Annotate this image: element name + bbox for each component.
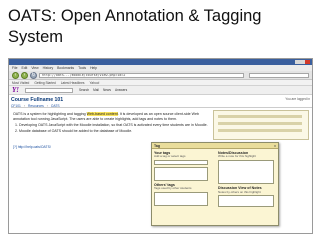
yahoo-logo: Y! [12, 86, 19, 94]
navigation-toolbar: ‹ › ↻ http://oats.../moodle/course/view.… [9, 71, 312, 80]
your-tags-note: Add a tag or select tags [154, 154, 186, 159]
bookmark-most-visited[interactable]: Most Visited [12, 81, 29, 85]
course-header: Course Fullname 101 You are logged in CF… [11, 97, 312, 108]
plan-list: Developing OATS JavaScript with the Mood… [13, 123, 209, 133]
breadcrumb-oats[interactable]: OATS [51, 104, 60, 108]
menu-bookmarks[interactable]: Bookmarks [57, 66, 74, 71]
tag-input[interactable] [154, 160, 208, 165]
tag-popup-title: Tag [154, 144, 161, 148]
notes-textarea[interactable] [218, 160, 274, 185]
bookmark-yahoo[interactable]: Yahoo! [90, 81, 100, 85]
notes-column: Notes/Discussion Write a note for this h… [218, 151, 276, 223]
menu-file[interactable]: File [12, 66, 17, 71]
yahoo-toolbar: Y! Search Mail News Answers [9, 86, 312, 95]
list-item: Moodle database of OATS should be added … [19, 129, 209, 134]
panel-line [218, 115, 302, 118]
discussion-note: Notes by others on this highlight [218, 189, 261, 194]
toolbar-search-input[interactable] [25, 88, 73, 93]
breadcrumb-separator: › [46, 103, 48, 108]
forward-icon[interactable]: › [21, 72, 28, 79]
bookmark-getting-started[interactable]: Getting Started [34, 81, 55, 85]
tag-popup-header: Tag x [152, 143, 278, 149]
menu-tools[interactable]: Tools [78, 66, 86, 71]
list-item: Developing OATS JavaScript with the Mood… [19, 123, 209, 128]
panel-line [218, 129, 302, 132]
notes-note: Write a note for this highlight [218, 154, 256, 159]
close-icon[interactable]: x [274, 143, 276, 149]
discussion-area[interactable] [218, 195, 274, 208]
menu-edit[interactable]: Edit [21, 66, 27, 71]
breadcrumb-resources[interactable]: Resources [28, 104, 44, 108]
login-info[interactable]: You are logged in [285, 97, 310, 101]
moodle-page: Course Fullname 101 You are logged in CF… [9, 95, 312, 233]
breadcrumb-course[interactable]: CF101 [11, 104, 21, 108]
reload-icon[interactable]: ↻ [30, 72, 37, 79]
breadcrumb-separator: › [23, 103, 26, 108]
close-icon[interactable] [305, 60, 310, 64]
your-tags-list[interactable] [154, 166, 208, 181]
others-tags-list[interactable] [154, 192, 208, 206]
others-tags-note: Tags used by other students [154, 186, 192, 191]
menu-view[interactable]: View [31, 66, 38, 71]
browser-search-input[interactable] [249, 73, 309, 78]
panel-line [218, 122, 302, 125]
side-panel [213, 110, 309, 140]
address-bar[interactable]: http://oats.../moodle/course/view.php?id… [39, 73, 244, 78]
toolbar-answers[interactable]: Answers [115, 88, 127, 92]
tags-column: Your tags Add a tag or select tags Other… [154, 151, 212, 211]
menu-help[interactable]: Help [90, 66, 97, 71]
highlighted-text[interactable]: Web-based content [86, 112, 118, 116]
toolbar-mail[interactable]: Mail [93, 88, 99, 92]
browser-screenshot: File Edit View History Bookmarks Tools H… [8, 58, 313, 234]
slide-title: OATS: Open Annotation & Tagging System [8, 7, 262, 46]
breadcrumb: CF101 › Resources › OATS [11, 103, 60, 108]
menu-history[interactable]: History [43, 66, 54, 71]
back-icon[interactable]: ‹ [12, 72, 19, 79]
tag-popup: Tag x Your tags Add a tag or select tags… [151, 142, 279, 226]
bookmark-latest-headlines[interactable]: Latest Headlines [61, 81, 85, 85]
toolbar-news[interactable]: News [103, 88, 111, 92]
intro-paragraph[interactable]: OATS is a system for highlighting and ta… [13, 112, 209, 121]
toolbar-search[interactable]: Search [79, 88, 89, 92]
